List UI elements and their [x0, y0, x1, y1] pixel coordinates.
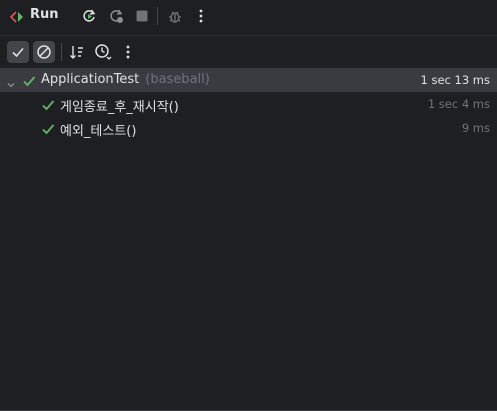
run-tool-window: Run ApplicationTest (baseball) 1 sec 13 …: [0, 0, 497, 411]
tree-row-test[interactable]: 예외_테스트() 9 ms: [0, 116, 497, 140]
test-results-tree: ApplicationTest (baseball) 1 sec 13 ms 게임…: [0, 68, 497, 140]
show-ignored-icon: [37, 45, 51, 59]
sort-by-duration-icon[interactable]: [94, 43, 112, 61]
run-tool-icon: [9, 9, 24, 23]
run-title: Run: [30, 7, 59, 22]
tree-row-test[interactable]: 게임종료_후_재시작() 1 sec 4 ms: [0, 92, 497, 116]
test-class-name: ApplicationTest (baseball): [41, 72, 210, 87]
toolbar-separator: [61, 43, 62, 61]
show-passed-toggle[interactable]: [7, 41, 29, 63]
test-toolbar: [0, 37, 497, 67]
toolbar-separator: [157, 7, 158, 25]
header-divider: [0, 35, 497, 36]
rerun-failed-icon[interactable]: [107, 7, 125, 25]
test-class-package: (baseball): [145, 72, 210, 87]
more-options-icon[interactable]: [192, 7, 210, 25]
test-method-name: 예외_테스트(): [60, 124, 137, 139]
test-duration: 9 ms: [461, 121, 490, 135]
run-header-bar: Run: [0, 0, 497, 32]
test-method-name: 게임종료_후_재시작(): [60, 100, 179, 115]
show-ignored-toggle[interactable]: [33, 41, 55, 63]
passed-check-icon: [41, 121, 55, 135]
passed-check-icon: [41, 97, 55, 111]
stop-icon[interactable]: [133, 7, 151, 25]
test-duration: 1 sec 13 ms: [420, 73, 491, 87]
passed-check-icon: [22, 73, 36, 87]
test-class-label: ApplicationTest: [41, 72, 140, 87]
chevron-down-icon[interactable]: [6, 75, 16, 88]
more-options-icon[interactable]: [119, 43, 137, 61]
debug-icon[interactable]: [166, 7, 184, 25]
show-passed-icon: [12, 47, 24, 58]
tree-row-root[interactable]: ApplicationTest (baseball) 1 sec 13 ms: [0, 68, 497, 92]
test-duration: 1 sec 4 ms: [427, 97, 490, 111]
sort-alphabetically-icon[interactable]: [68, 43, 86, 61]
rerun-icon[interactable]: [80, 7, 98, 25]
